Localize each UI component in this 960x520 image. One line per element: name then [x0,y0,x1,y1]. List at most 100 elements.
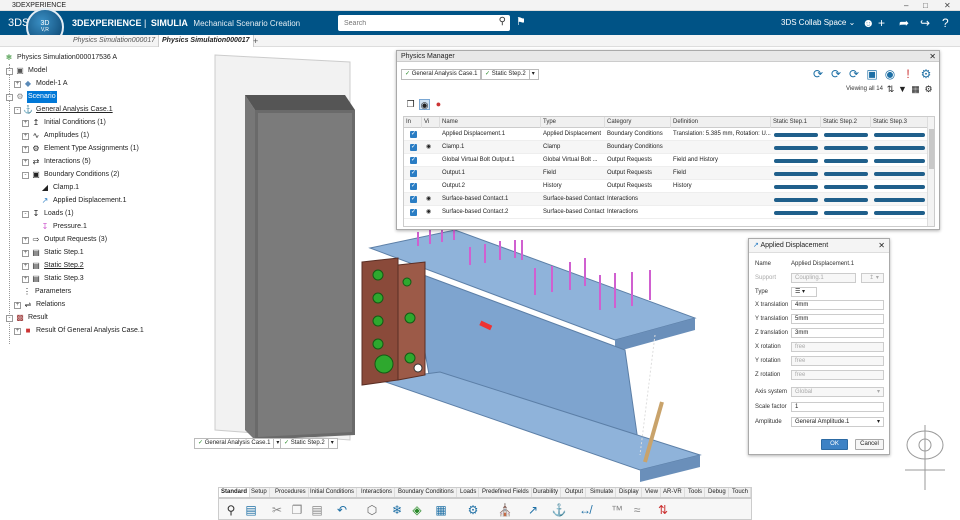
tab-physics-simulation-1[interactable]: Physics Simulation000017 [70,35,158,47]
col-step-3[interactable]: Static Step.3 [871,117,928,128]
y-rotation-field[interactable]: free [791,356,884,366]
image-icon[interactable]: ▣ [865,67,879,81]
minimize-icon[interactable]: – [904,0,908,11]
expand-icon[interactable]: + [22,158,29,166]
tree-boundary-conditions[interactable]: - ▣ Boundary Conditions (2) [22,169,121,181]
col-step-1[interactable]: Static Step.1 [771,117,821,128]
expand-icon[interactable]: + [22,249,29,257]
scale-factor-field[interactable]: 1 [791,402,884,412]
col-name[interactable]: Name [440,117,541,128]
cancel-button[interactable]: Cancel [855,439,884,450]
col-vi[interactable]: Vi [422,117,440,128]
model-tools-icon[interactable]: ⬡ [364,502,380,518]
maximize-icon[interactable]: □ [923,0,928,11]
step-activity-bar[interactable] [874,133,925,137]
expand-icon[interactable]: - [22,210,29,218]
filter-icon[interactable]: ▼ [897,84,908,95]
tag-icon[interactable]: ⚑ [516,15,526,28]
step-combo[interactable]: ✓ Static Step.2 ▾ [481,69,539,80]
step-activity-bar[interactable] [774,146,818,150]
mesh-icon[interactable]: ▦ [433,502,449,518]
search-icon[interactable]: ⚲ [499,16,506,27]
include-checkbox[interactable]: ✓ [410,196,417,203]
step-activity-bar[interactable] [824,133,868,137]
table-row[interactable]: ✓ ◉ Surface-based Contact.1 Surface-based C… [404,193,928,206]
amplitude-select[interactable]: General Amplitude.1 ▾ [791,417,884,427]
close-icon[interactable]: ✕ [878,239,885,253]
y-translation-field[interactable]: 5mm [791,314,884,324]
materials-icon[interactable]: ◈ [409,502,425,518]
sort-icon[interactable]: ⇅ [885,84,896,95]
command-tab[interactable]: Predefined Fields [480,488,532,497]
boundary-icon[interactable]: ↗ [525,502,541,518]
command-tab[interactable]: Debug [706,488,729,497]
step-activity-bar[interactable] [774,198,818,202]
step-activity-bar[interactable] [874,172,925,176]
command-tab[interactable]: AR-VR [661,488,685,497]
table-row[interactable]: ✓ ◉ Clamp.1 Clamp Boundary Conditions [404,141,928,154]
command-tab[interactable]: Loads [458,488,480,497]
collab-space-selector[interactable]: 3DS Collab Space ⌄ [781,11,855,35]
visibility-icon[interactable]: ◉ [883,67,897,81]
step-activity-bar[interactable] [774,133,818,137]
tree-amplitudes[interactable]: + ∿ Amplitudes (1) [22,130,90,142]
command-tab[interactable]: Initial Conditions [308,488,358,497]
expand-icon[interactable]: - [6,93,13,101]
step-activity-bar[interactable] [824,159,868,163]
col-step-2[interactable]: Static Step.2 [821,117,871,128]
table-row[interactable]: ✓ Output.1 Field Output Requests Field [404,167,928,180]
tree-relations[interactable]: + ⇌ Relations [14,299,66,311]
expand-icon[interactable]: + [22,275,29,283]
tree-analysis-case[interactable]: - ⚓ General Analysis Case.1 [14,104,114,116]
communities-icon[interactable]: ↪ [920,11,930,35]
include-checkbox[interactable]: ✓ [410,170,417,177]
step-activity-bar[interactable] [774,172,818,176]
type-selector[interactable]: ☰ ▾ [791,287,817,297]
undo-icon[interactable]: ↶ [334,502,350,518]
step-activity-bar[interactable] [824,211,868,215]
connections-icon[interactable]: ⚙ [465,502,481,518]
scale-icon[interactable]: ⇅ [655,502,671,518]
command-tab[interactable]: Durability [531,488,562,497]
tab-physics-simulation-2[interactable]: Physics Simulation000017 [158,35,254,47]
expand-icon[interactable]: + [14,80,21,88]
expand-icon[interactable]: - [6,67,13,75]
expand-icon[interactable]: - [14,106,21,114]
tree-pressure[interactable]: ↧ Pressure.1 [40,221,88,233]
constraint-icon[interactable]: ↮ [577,502,593,518]
filter-view-icon[interactable]: ◉ [419,99,430,110]
warning-icon[interactable]: ! [901,67,915,81]
command-tab[interactable]: Boundary Conditions [396,488,457,497]
ok-button[interactable]: OK [821,439,848,450]
expand-icon[interactable]: - [6,314,13,322]
tree-loads[interactable]: - ↧ Loads (1) [22,208,75,220]
tree-clamp[interactable]: ◢ Clamp.1 [40,182,80,194]
x-translation-field[interactable]: 4mm [791,300,884,310]
viewport-case-combo[interactable]: ✓ General Analysis Case.1 ▾ [194,438,284,449]
search-box[interactable]: ⚲ [338,15,510,31]
name-value[interactable]: Applied Displacement.1 [791,261,854,267]
step-activity-bar[interactable] [874,198,925,202]
command-tab[interactable]: Standard [219,488,251,497]
expand-icon[interactable]: + [22,236,29,244]
include-checkbox[interactable]: ✓ [410,183,417,190]
help-icon[interactable]: ? [942,11,949,35]
update-all-icon[interactable]: ⟳ [829,67,843,81]
case-combo[interactable]: ✓ General Analysis Case.1▾ [401,69,491,80]
settings-icon[interactable]: ⚙ [919,67,933,81]
command-tab[interactable]: Output [563,488,587,497]
command-tab[interactable]: Setup [249,488,270,497]
tree-root[interactable]: ❄ Physics Simulation000017536 A [4,52,118,64]
table-row[interactable]: ✓ Output.2 History Output Requests History [404,180,928,193]
table-view-icon[interactable]: ▦ [910,84,921,95]
tree-parameters[interactable]: ⋮ Parameters [22,286,72,298]
expand-icon[interactable]: + [22,262,29,270]
tree-result-case[interactable]: + ■ Result Of General Analysis Case.1 [14,325,145,337]
axis-system-select[interactable]: Global ▾ [791,387,884,397]
visibility-eye-icon[interactable]: ◉ [424,193,438,206]
properties-icon[interactable]: ▤ [243,502,259,518]
col-type[interactable]: Type [541,117,605,128]
copy-icon[interactable]: ❐ [405,99,416,110]
step-activity-bar[interactable] [824,172,868,176]
simulation-setup-icon[interactable]: ❄ [389,502,405,518]
